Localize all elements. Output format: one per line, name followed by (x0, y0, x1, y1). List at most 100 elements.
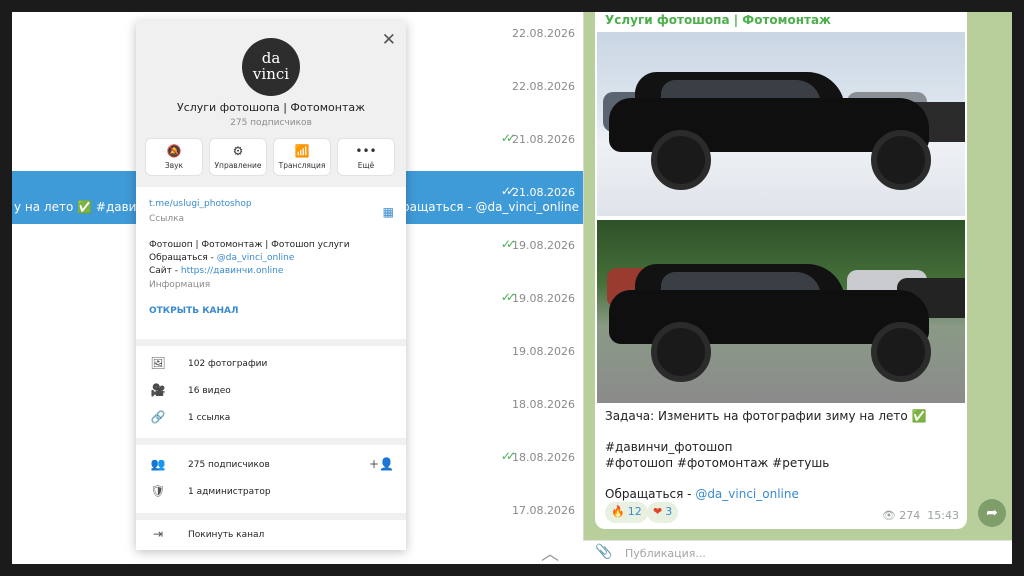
post-hashtags[interactable]: #фотошоп #фотомонтаж #ретушь (605, 455, 829, 471)
message-input[interactable] (625, 544, 985, 562)
post-hashtags[interactable]: #давинчи_фотошоп (605, 439, 732, 455)
message-date: 17.08.2026 (512, 504, 575, 517)
message-date: 19.08.2026 (512, 239, 575, 252)
message-date: 21.08.2026 (512, 133, 575, 146)
admin-shield-icon: 🛡 (150, 484, 166, 498)
telegram-window: 22.08.2026 22.08.2026 ✓✓ 21.08.2026 ✓✓ 2… (12, 12, 1012, 564)
forward-button[interactable]: ➦ (978, 499, 1006, 527)
more-icon: ••• (355, 144, 377, 158)
car-wheel (871, 130, 931, 190)
channel-description: Фотошоп | Фотомонтаж | Фотошоп услуги Об… (149, 239, 350, 278)
post-channel-title[interactable]: Услуги фотошопа | Фотомонтаж (605, 13, 831, 27)
message-date: 18.08.2026 (512, 451, 575, 464)
contact-prefix: Обращаться - (605, 487, 696, 501)
post-photo-winter[interactable] (597, 32, 965, 216)
action-label: Трансляция (278, 161, 326, 170)
media-videos-item[interactable]: 🎥 16 видео (136, 378, 406, 404)
car-wheel (871, 322, 931, 382)
post-time: 15:43 (927, 509, 959, 522)
sound-button[interactable]: 🔕 Звук (145, 138, 203, 176)
subscribers-item[interactable]: 👥 275 подписчиков +👤 (136, 452, 406, 478)
action-label: Управление (214, 161, 262, 170)
leave-icon: ⇥ (152, 527, 164, 541)
channel-link-label: Ссылка (149, 214, 185, 224)
broadcast-button[interactable]: 📶 Трансляция (273, 138, 331, 176)
post-task-text: Задача: Изменить на фотографии зиму на л… (605, 409, 927, 423)
site-link[interactable]: https://давинчи.online (181, 266, 284, 276)
leave-label: Покинуть канал (188, 530, 265, 540)
close-icon[interactable]: ✕ (382, 31, 396, 49)
action-label: Звук (164, 161, 184, 170)
scroll-down-button[interactable]: ︿ (534, 540, 566, 564)
manage-button[interactable]: ⚙ Управление (209, 138, 267, 176)
view-count: 274 (899, 509, 921, 522)
admins-item[interactable]: 🛡 1 администратор (136, 479, 406, 505)
contact-link[interactable]: @da_vinci_online (695, 487, 799, 501)
media-links-item[interactable]: 🔗 1 ссылка (136, 405, 406, 431)
members-section: 👥 275 подписчиков +👤 🛡 1 администратор (136, 445, 406, 513)
description-line: Сайт - (149, 266, 181, 276)
channel-profile-panel: ✕ da vinci Услуги фотошопа | Фотомонтаж … (136, 21, 406, 550)
read-check-icon: ✓✓ (500, 131, 516, 145)
media-label: 1 ссылка (188, 413, 231, 423)
contact-link[interactable]: @da_vinci_online (217, 253, 295, 263)
read-check-icon: ✓✓ (500, 237, 516, 251)
add-member-icon[interactable]: +👤 (369, 457, 394, 471)
divider (583, 12, 584, 564)
avatar-text: vinci (252, 65, 290, 83)
users-icon: 👥 (150, 457, 166, 471)
reaction-count: 12 (627, 505, 642, 518)
reaction-heart[interactable]: ❤ 3 (647, 502, 679, 523)
read-check-icon: ✓✓ (500, 449, 516, 463)
post-meta: 👁 274 15:43 (882, 509, 959, 522)
read-check-icon: ✓✓ (500, 290, 516, 304)
reaction-fire[interactable]: 🔥 12 (605, 502, 648, 523)
broadcast-icon: 📶 (294, 144, 310, 158)
video-icon: 🎥 (150, 383, 166, 397)
members-label: 1 администратор (188, 487, 271, 497)
media-section: 🖼 102 фотографии 🎥 16 видео 🔗 1 ссылка (136, 346, 406, 438)
message-date: 19.08.2026 (512, 292, 575, 305)
message-input-bar: 📎 (583, 540, 1012, 564)
media-label: 102 фотографии (188, 359, 268, 369)
bell-off-icon: 🔕 (166, 144, 182, 158)
more-button[interactable]: ••• Ещё (337, 138, 395, 176)
open-channel-button[interactable]: ОТКРЫТЬ КАНАЛ (149, 306, 239, 316)
car-image (609, 264, 931, 382)
channel-title: Услуги фотошопа | Фотомонтаж (176, 101, 366, 114)
media-photos-item[interactable]: 🖼 102 фотографии (136, 351, 406, 377)
car-image (609, 72, 931, 190)
chat-view: Услуги фотошопа | Фотомонтаж Задача: Изм… (583, 12, 1012, 564)
chevron-up-icon: ︿ (541, 544, 559, 564)
channel-post[interactable]: Услуги фотошопа | Фотомонтаж Задача: Изм… (595, 12, 967, 529)
link-icon: 🔗 (150, 410, 166, 424)
description-line: Фотошоп | Фотомонтаж | Фотошоп услуги (149, 240, 350, 250)
subscriber-count: 275 подписчиков (230, 118, 312, 128)
sliders-icon: ⚙ (232, 144, 244, 158)
description-line: Обращаться - (149, 253, 217, 263)
reaction-count: 3 (665, 505, 673, 518)
heart-icon: ❤ (653, 505, 663, 518)
channel-info-section: t.me/uslugi_photoshop Ссылка ▦ Фотошоп |… (136, 187, 406, 339)
leave-section: ⇥ Покинуть канал (136, 520, 406, 550)
fire-icon: 🔥 (611, 505, 625, 518)
description-label: Информация (149, 280, 211, 290)
message-date: 22.08.2026 (512, 80, 575, 93)
message-date: 22.08.2026 (512, 27, 575, 40)
eye-icon: 👁 (881, 509, 896, 522)
car-wheel (651, 322, 711, 382)
channel-link[interactable]: t.me/uslugi_photoshop (149, 199, 252, 209)
post-contact: Обращаться - @da_vinci_online (605, 486, 799, 502)
members-label: 275 подписчиков (188, 460, 270, 470)
post-photo-summer[interactable] (597, 220, 965, 403)
media-label: 16 видео (188, 386, 231, 396)
qr-code-icon[interactable]: ▦ (383, 205, 394, 219)
forward-arrow-icon: ➦ (986, 505, 998, 521)
leave-channel-button[interactable]: ⇥ Покинуть канал (136, 522, 406, 548)
attach-icon[interactable]: 📎 (595, 544, 612, 560)
car-wheel (651, 130, 711, 190)
message-date: 19.08.2026 (512, 345, 575, 358)
message-snippet: ращаться - @da_vinci_online (402, 200, 580, 214)
avatar: da vinci (242, 38, 300, 96)
action-buttons: 🔕 Звук ⚙ Управление 📶 Трансляция ••• Ещё (145, 138, 397, 178)
